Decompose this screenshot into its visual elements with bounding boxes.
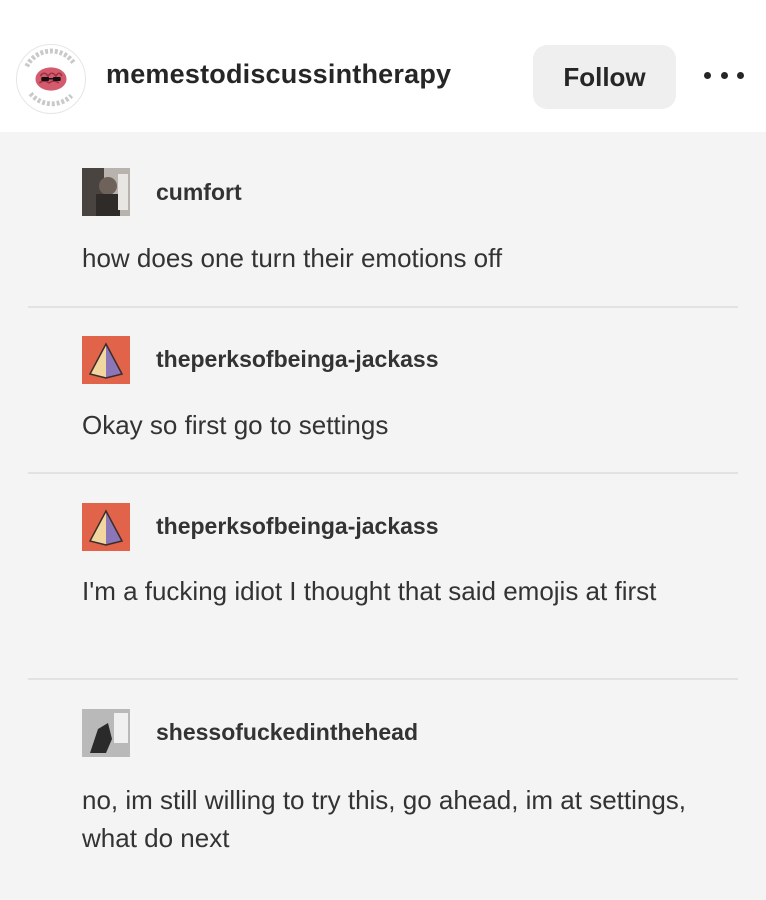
- thread-text: Okay so first go to settings: [82, 410, 389, 440]
- post-header: memestodiscussintherapy Follow: [0, 0, 766, 132]
- thread-username: theperksofbeinga-jackass: [156, 513, 439, 539]
- photo-avatar-icon: [82, 709, 130, 757]
- thread-text: no, im still willing to try this, go ahe…: [82, 785, 687, 853]
- dot: [704, 71, 711, 79]
- dot: [720, 71, 728, 79]
- pyramid-avatar-icon: [82, 503, 130, 551]
- thread-username: theperksofbeinga-jackass: [156, 346, 439, 372]
- more-options-icon[interactable]: [704, 60, 744, 90]
- photo-avatar-icon: [82, 168, 130, 216]
- dot: [737, 71, 744, 79]
- thread-username: shessofuckedinthehead: [156, 719, 419, 745]
- follow-button[interactable]: Follow: [533, 45, 676, 109]
- thread-text: how does one turn their emotions off: [82, 243, 503, 273]
- divider: [28, 678, 738, 680]
- divider: [28, 472, 738, 474]
- profile-username[interactable]: memestodiscussintherapy: [106, 59, 451, 90]
- pyramid-avatar-icon: [82, 336, 130, 384]
- thread-text: I'm a fucking idiot I thought that said …: [82, 576, 657, 606]
- profile-avatar[interactable]: [16, 44, 86, 114]
- divider: [28, 306, 738, 308]
- post-image: cumfort how does one turn their emotions…: [0, 132, 766, 900]
- brain-logo-icon: [18, 46, 84, 112]
- thread-username: cumfort: [156, 179, 242, 205]
